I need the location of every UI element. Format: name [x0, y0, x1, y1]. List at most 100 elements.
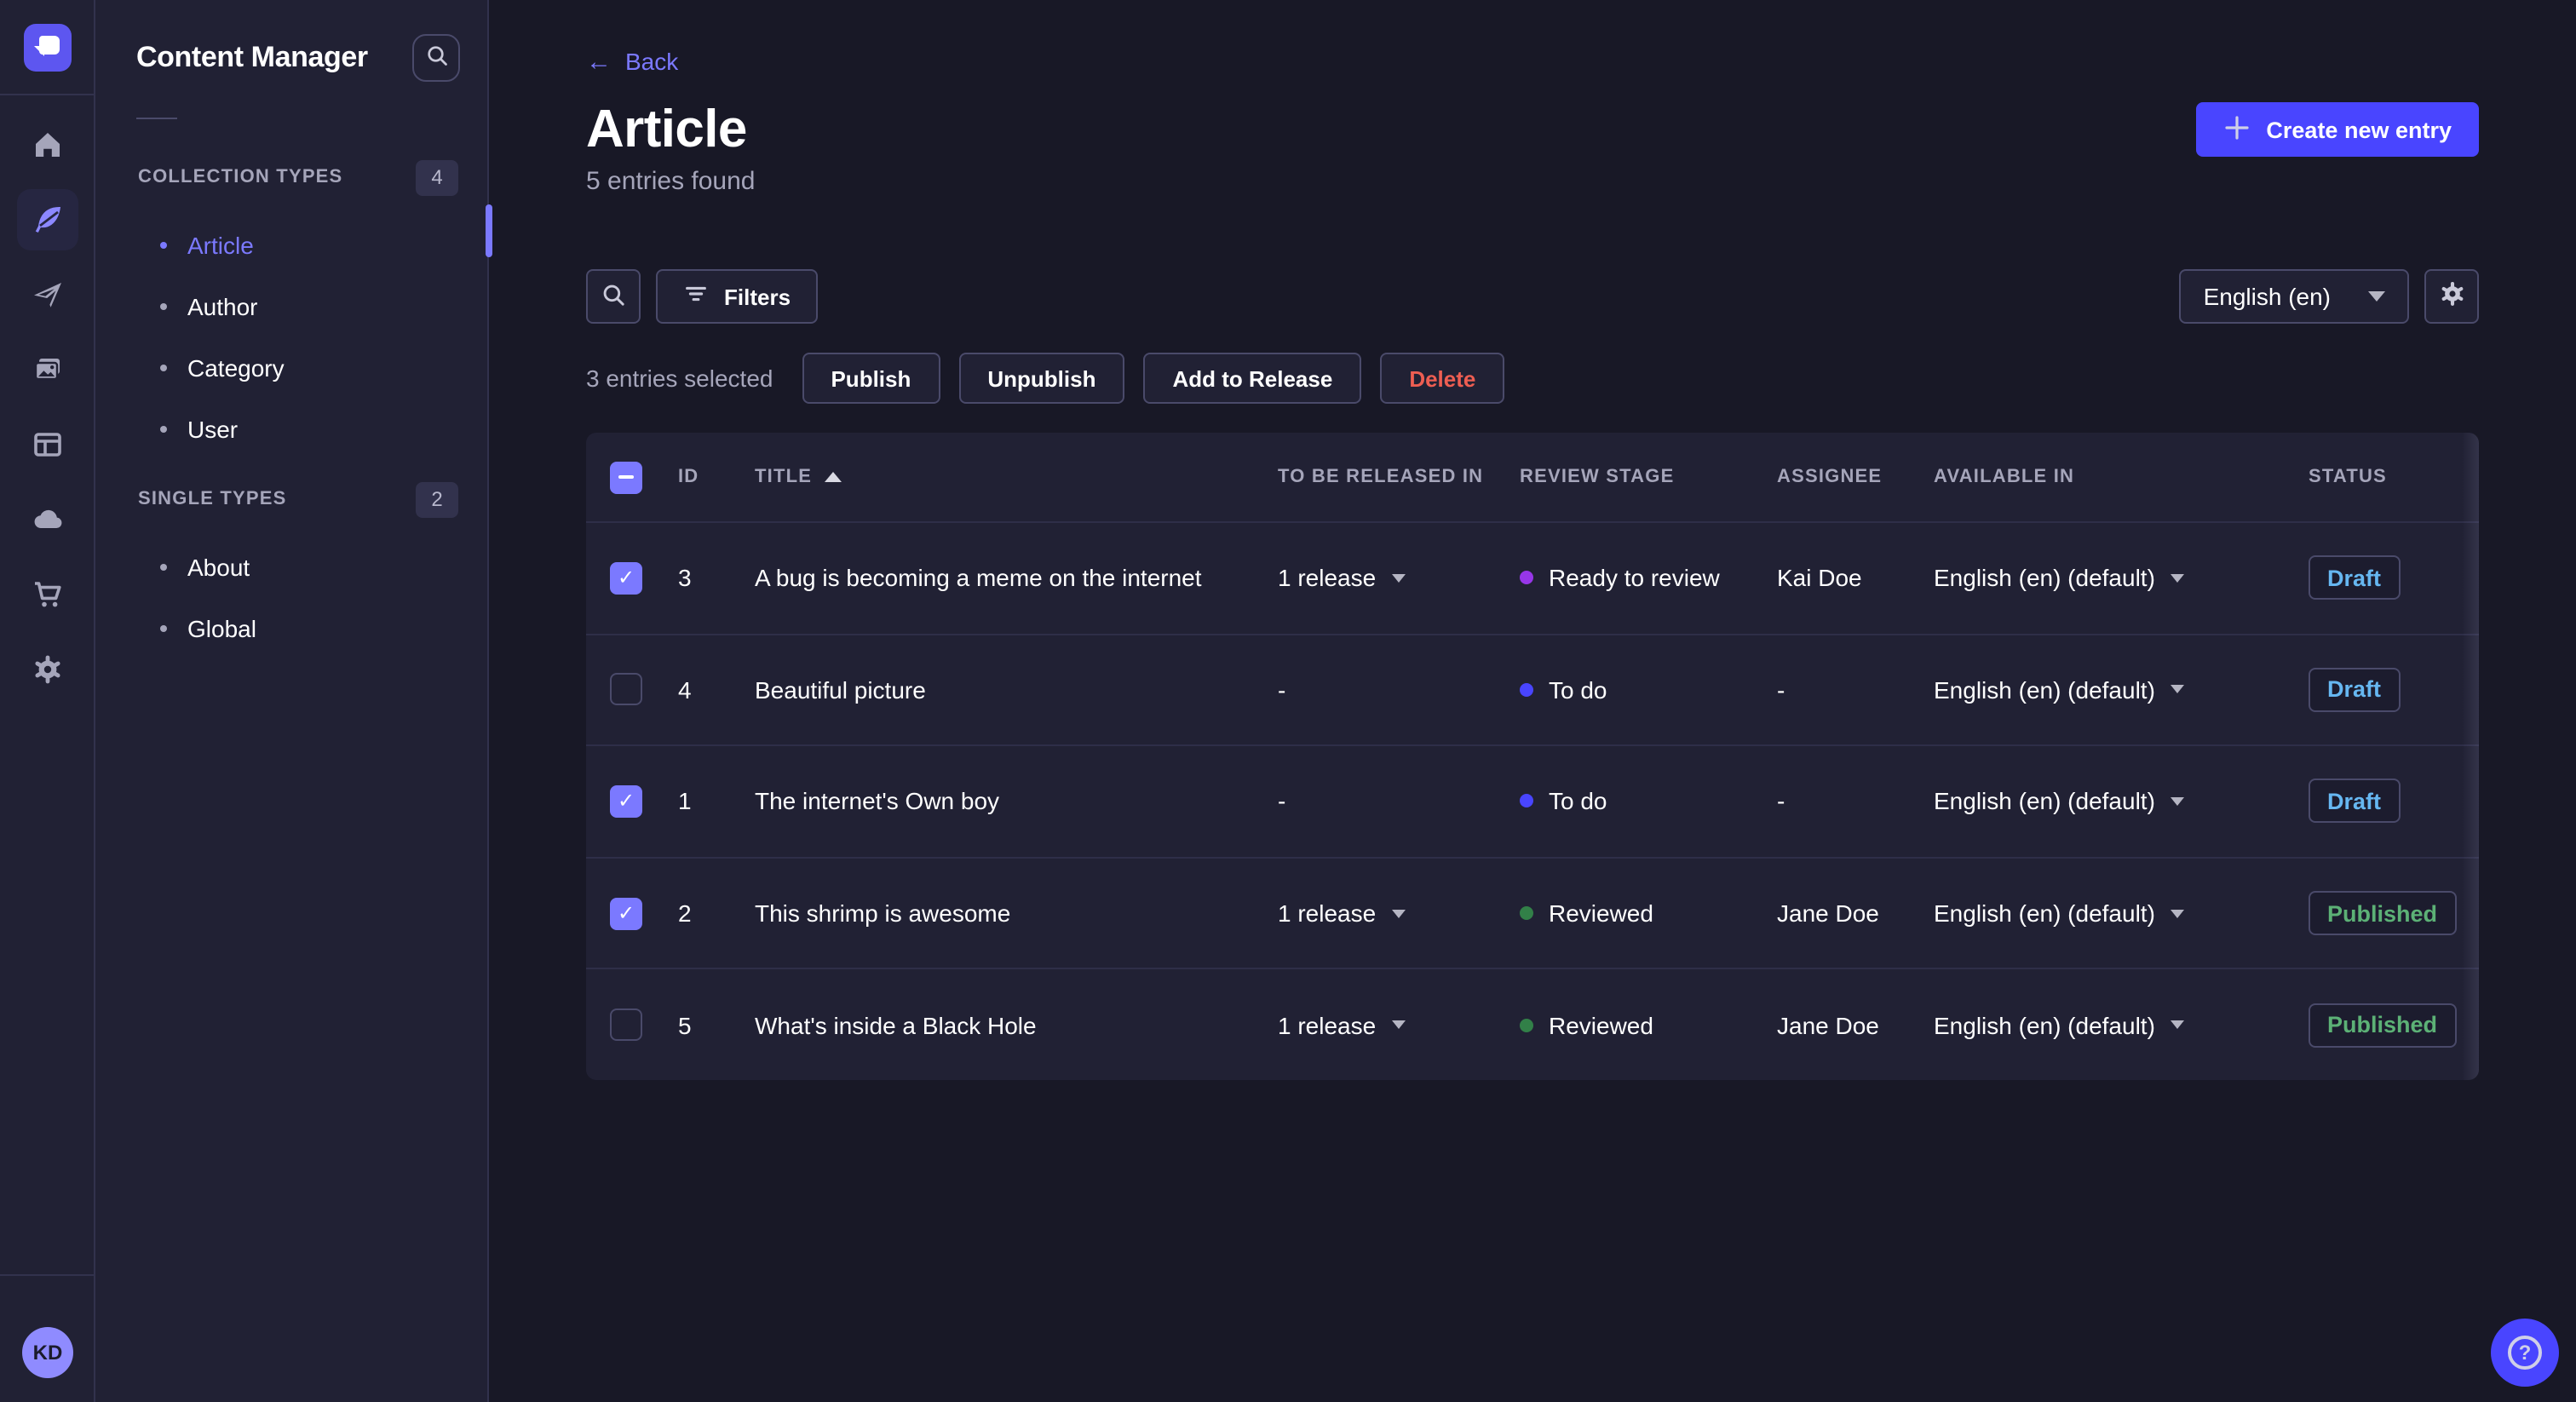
cell-release: -	[1278, 787, 1286, 815]
sidebar-item-about[interactable]: About	[95, 537, 487, 598]
bullet-icon	[160, 365, 167, 371]
column-header-title[interactable]: TITLE	[755, 467, 1278, 487]
sidebar-item-label: Author	[187, 293, 258, 320]
question-mark-icon: ?	[2508, 1336, 2542, 1370]
nav-releases[interactable]	[0, 257, 95, 332]
cell-locale-dropdown[interactable]: English (en) (default)	[1934, 676, 2309, 704]
section-single-types: SINGLE TYPES 2	[95, 480, 487, 518]
cell-assignee: Jane Doe	[1777, 899, 1879, 928]
nav-content-manager[interactable]	[0, 182, 95, 257]
cell-id: 3	[678, 564, 692, 592]
active-nav-tile	[17, 189, 78, 250]
search-icon	[423, 43, 449, 73]
status-badge: Draft	[2309, 667, 2401, 712]
select-all-checkbox[interactable]	[610, 461, 642, 493]
cell-locale-dropdown[interactable]: English (en) (default)	[1934, 899, 2309, 927]
column-header-to-be-released-in[interactable]: TO BE RELEASED IN	[1278, 467, 1520, 487]
cell-release-dropdown[interactable]: 1 release	[1278, 565, 1520, 592]
cell-title: Beautiful picture	[755, 675, 926, 704]
chevron-down-icon	[1391, 909, 1406, 918]
row-checkbox[interactable]	[610, 1008, 642, 1042]
nav-settings[interactable]	[0, 632, 95, 707]
cloud-icon	[31, 503, 65, 537]
locale-select[interactable]: English (en)	[2179, 269, 2409, 324]
single-types-count-badge: 2	[416, 481, 458, 517]
delete-button[interactable]: Delete	[1380, 353, 1505, 404]
layout-icon	[31, 428, 65, 462]
filters-button[interactable]: Filters	[656, 269, 819, 324]
sidebar-item-label: User	[187, 416, 239, 443]
locale-selected-value: English (en)	[2203, 283, 2331, 310]
subnav-scrollbar-thumb[interactable]	[486, 204, 492, 257]
stage-dot-icon	[1520, 571, 1533, 585]
cell-review-stage: Ready to review	[1520, 565, 1777, 592]
paper-plane-icon	[31, 278, 65, 312]
view-settings-button[interactable]	[2424, 269, 2479, 324]
sidebar-item-article[interactable]: Article	[95, 215, 487, 276]
cell-release-dropdown[interactable]: 1 release	[1278, 899, 1520, 927]
add-to-release-button[interactable]: Add to Release	[1143, 353, 1362, 404]
subnav-divider	[136, 118, 177, 119]
table-row[interactable]: 3 A bug is becoming a meme on the intern…	[586, 521, 2479, 633]
column-header-review-stage[interactable]: REVIEW STAGE	[1520, 467, 1777, 487]
sidebar-item-user[interactable]: User	[95, 399, 487, 460]
selected-entries-text: 3 entries selected	[586, 365, 773, 392]
strapi-logo[interactable]	[0, 0, 94, 95]
stage-dot-icon	[1520, 1018, 1533, 1032]
collection-types-count-badge: 4	[416, 159, 458, 195]
section-label: COLLECTION TYPES	[138, 167, 343, 187]
row-checkbox[interactable]	[610, 897, 642, 930]
nav-cloud[interactable]	[0, 482, 95, 557]
chevron-down-icon	[2170, 573, 2184, 583]
sidebar-item-label: Global	[187, 615, 256, 642]
status-badge: Published	[2309, 1003, 2457, 1048]
table-row[interactable]: 1 The internet's Own boy - To do - Engli…	[586, 744, 2479, 856]
table-row[interactable]: 5 What's inside a Black Hole 1 release R…	[586, 968, 2479, 1080]
entries-count-text: 5 entries found	[586, 167, 756, 196]
sidebar-item-category[interactable]: Category	[95, 337, 487, 399]
table-row[interactable]: 2 This shrimp is awesome 1 release Revie…	[586, 856, 2479, 968]
table-row[interactable]: 4 Beautiful picture - To do - English (e…	[586, 633, 2479, 744]
user-avatar[interactable]: KD	[22, 1327, 73, 1378]
filters-label: Filters	[724, 284, 791, 309]
cell-title: This shrimp is awesome	[755, 899, 1011, 928]
unpublish-button[interactable]: Unpublish	[958, 353, 1125, 404]
gear-icon	[2437, 279, 2466, 313]
nav-marketplace[interactable]	[0, 557, 95, 632]
nav-media-library[interactable]	[0, 332, 95, 407]
gear-icon	[31, 652, 65, 687]
row-checkbox[interactable]	[610, 784, 642, 818]
cell-assignee: Jane Doe	[1777, 1011, 1879, 1039]
column-header-assignee[interactable]: ASSIGNEE	[1777, 467, 1934, 487]
chevron-down-icon	[2170, 909, 2184, 918]
cell-release-dropdown[interactable]: 1 release	[1278, 1011, 1520, 1038]
filter-icon	[683, 281, 709, 312]
sidebar-item-label: About	[187, 554, 250, 581]
row-checkbox[interactable]	[610, 561, 642, 595]
cell-locale-dropdown[interactable]: English (en) (default)	[1934, 1011, 2309, 1038]
cell-locale-dropdown[interactable]: English (en) (default)	[1934, 565, 2309, 592]
publish-button[interactable]: Publish	[802, 353, 940, 404]
plus-icon	[2223, 113, 2251, 146]
sidebar-item-global[interactable]: Global	[95, 598, 487, 659]
rail-divider	[0, 1274, 94, 1276]
cell-review-stage: To do	[1520, 676, 1777, 704]
bullet-icon	[160, 303, 167, 310]
nav-content-type-builder[interactable]	[0, 407, 95, 482]
sidebar-item-author[interactable]: Author	[95, 276, 487, 337]
strapi-logo-icon	[23, 23, 71, 71]
help-button[interactable]: ?	[2491, 1319, 2559, 1387]
cell-id: 4	[678, 675, 692, 704]
subnav-search-button[interactable]	[412, 34, 460, 82]
nav-home[interactable]	[0, 107, 95, 182]
column-header-status[interactable]: STATUS	[2309, 467, 2455, 487]
row-checkbox[interactable]	[610, 673, 642, 706]
cell-locale-dropdown[interactable]: English (en) (default)	[1934, 788, 2309, 815]
create-new-entry-button[interactable]: Create new entry	[2196, 102, 2479, 157]
table-search-button[interactable]	[586, 269, 641, 324]
images-icon	[31, 353, 65, 387]
column-header-id[interactable]: ID	[678, 467, 755, 487]
back-link[interactable]: ← Back	[586, 44, 705, 78]
column-header-available-in[interactable]: AVAILABLE IN	[1934, 467, 2309, 487]
stage-dot-icon	[1520, 794, 1533, 808]
